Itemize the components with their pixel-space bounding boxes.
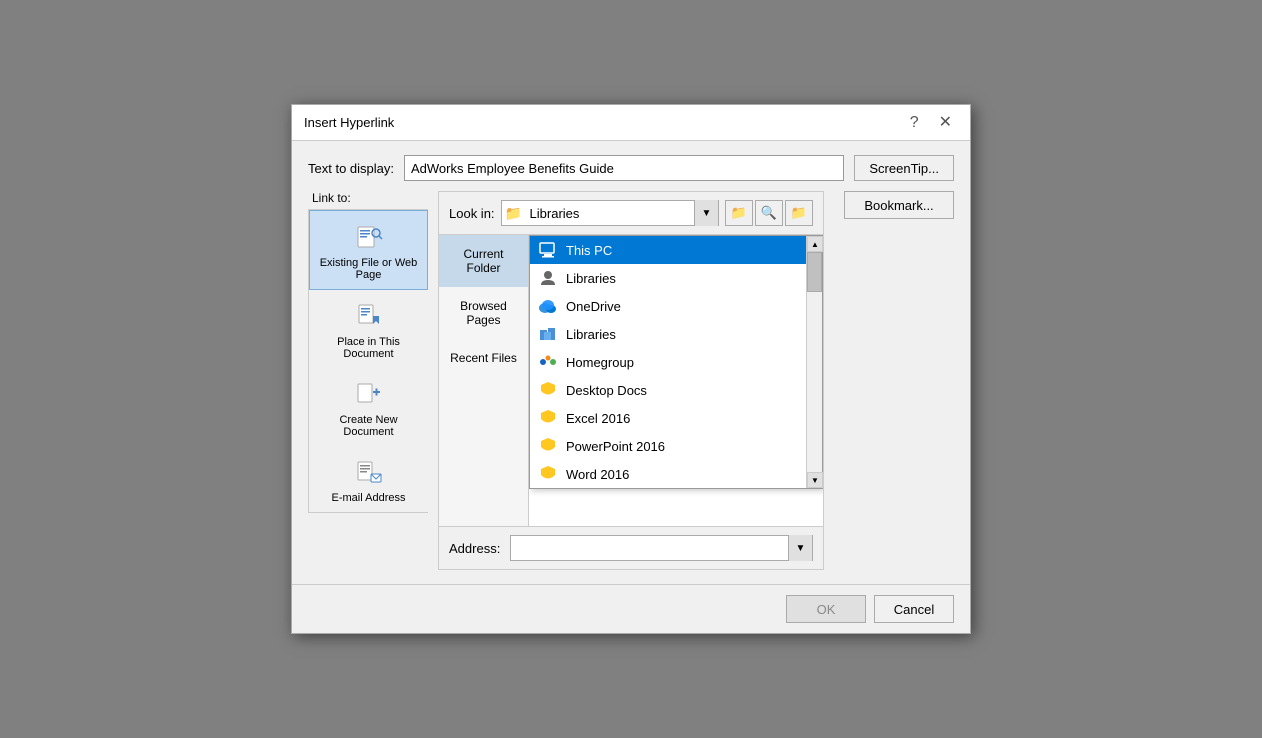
look-in-row: Look in: 📁 Libraries ▼ 📁 🔍 📁: [439, 192, 823, 235]
dropdown-item-onedrive[interactable]: OneDrive: [530, 292, 822, 320]
nav-current-folder[interactable]: Current Folder: [439, 235, 528, 287]
homegroup-icon: [538, 352, 558, 372]
look-in-label: Look in:: [449, 206, 495, 221]
nav-panel: Current Folder Browsed Pages Recent File…: [439, 235, 529, 526]
text-to-display-row: Text to display: ScreenTip...: [308, 155, 954, 181]
place-icon: [353, 300, 385, 332]
dropdown-item-powerpoint[interactable]: PowerPoint 2016: [530, 432, 822, 460]
scroll-up-btn[interactable]: ▲: [807, 236, 823, 252]
main-content-area: Current Folder Browsed Pages Recent File…: [439, 235, 823, 526]
title-bar-controls: ? ✕: [904, 113, 958, 133]
right-buttons-col: Bookmark...: [834, 191, 954, 570]
powerpoint-folder-icon: [538, 436, 558, 456]
file-browser: Look in: 📁 Libraries ▼ 📁 🔍 📁: [438, 191, 824, 570]
dropdown-scrollbar: ▲ ▼: [806, 236, 822, 488]
excel-folder-icon: [538, 408, 558, 428]
address-arrow[interactable]: ▼: [788, 535, 812, 561]
create-label: Create New Document: [315, 414, 422, 438]
text-to-display-label: Text to display:: [308, 161, 394, 176]
look-in-folder-icon: 📁: [502, 205, 526, 222]
place-in-document-button[interactable]: Place in This Document: [309, 290, 428, 368]
right-section: Look in: 📁 Libraries ▼ 📁 🔍 📁: [438, 191, 954, 570]
place-label: Place in This Document: [315, 336, 422, 360]
screentip-button[interactable]: ScreenTip...: [854, 155, 954, 181]
scroll-thumb[interactable]: [807, 252, 822, 292]
create-icon: [353, 378, 385, 410]
email-icon: [353, 456, 385, 488]
link-to-label: Link to:: [308, 191, 428, 205]
homegroup-label: Homegroup: [566, 355, 634, 370]
existing-file-icon: [353, 221, 385, 253]
ok-button[interactable]: OK: [786, 595, 866, 623]
insert-hyperlink-dialog: Insert Hyperlink ? ✕ Text to display: Sc…: [291, 104, 971, 634]
nav-recent-files[interactable]: Recent Files: [439, 339, 528, 377]
libraries-icon: [538, 324, 558, 344]
user-icon: [538, 268, 558, 288]
dropdown-item-excel[interactable]: Excel 2016: [530, 404, 822, 432]
title-bar: Insert Hyperlink ? ✕: [292, 105, 970, 141]
toolbar-btn-2[interactable]: 🔍: [755, 200, 783, 226]
left-panel: Link to:: [308, 191, 428, 570]
look-in-value: Libraries: [526, 206, 694, 221]
libraries-label: Libraries: [566, 327, 616, 342]
email-address-button[interactable]: E-mail Address: [309, 446, 428, 512]
look-in-combo[interactable]: 📁 Libraries ▼: [501, 200, 719, 226]
word-folder-icon: [538, 464, 558, 484]
scroll-track: [807, 252, 822, 472]
file-list-container: This PC: [529, 235, 823, 526]
dropdown-item-libraries[interactable]: Libraries: [530, 320, 822, 348]
excel-label: Excel 2016: [566, 411, 630, 426]
address-label: Address:: [449, 541, 500, 556]
content-and-buttons: Look in: 📁 Libraries ▼ 📁 🔍 📁: [438, 191, 954, 570]
bookmark-button[interactable]: Bookmark...: [844, 191, 954, 219]
dropdown-item-libraries-user[interactable]: Libraries: [530, 264, 822, 292]
desktop-docs-icon: [538, 380, 558, 400]
dropdown-item-homegroup[interactable]: Homegroup: [530, 348, 822, 376]
word-label: Word 2016: [566, 467, 629, 482]
cancel-button[interactable]: Cancel: [874, 595, 954, 623]
onedrive-icon: [538, 296, 558, 316]
dialog-body: Text to display: ScreenTip... Link to:: [292, 141, 970, 584]
dropdown-item-desktop-docs[interactable]: Desktop Docs: [530, 376, 822, 404]
toolbar-btn-3[interactable]: 📁: [785, 200, 813, 226]
scroll-down-btn[interactable]: ▼: [807, 472, 823, 488]
toolbar-buttons: 📁 🔍 📁: [725, 200, 813, 226]
close-button[interactable]: ✕: [933, 113, 958, 133]
dropdown-item-word[interactable]: Word 2016: [530, 460, 822, 488]
existing-file-label: Existing File or Web Page: [316, 257, 421, 281]
email-label: E-mail Address: [332, 492, 406, 504]
main-area: Link to:: [308, 191, 954, 570]
help-button[interactable]: ?: [904, 113, 925, 133]
footer-buttons: OK Cancel: [292, 584, 970, 633]
this-pc-icon: [538, 240, 558, 260]
dropdown-item-this-pc[interactable]: This PC: [530, 236, 822, 264]
powerpoint-label: PowerPoint 2016: [566, 439, 665, 454]
look-in-arrow[interactable]: ▼: [694, 200, 718, 226]
address-row: Address: ▼: [439, 526, 823, 569]
onedrive-label: OneDrive: [566, 299, 621, 314]
create-new-document-button[interactable]: Create New Document: [309, 368, 428, 446]
desktop-docs-label: Desktop Docs: [566, 383, 647, 398]
dialog-title: Insert Hyperlink: [304, 115, 394, 130]
link-to-panel: Existing File or Web Page: [308, 209, 428, 513]
address-combo[interactable]: ▼: [510, 535, 813, 561]
toolbar-btn-1[interactable]: 📁: [725, 200, 753, 226]
existing-file-button[interactable]: Existing File or Web Page: [309, 210, 428, 290]
libraries-user-label: Libraries: [566, 271, 616, 286]
dropdown-list: This PC: [529, 235, 823, 489]
text-to-display-input[interactable]: [404, 155, 844, 181]
nav-browsed-pages[interactable]: Browsed Pages: [439, 287, 528, 339]
this-pc-label: This PC: [566, 243, 612, 258]
